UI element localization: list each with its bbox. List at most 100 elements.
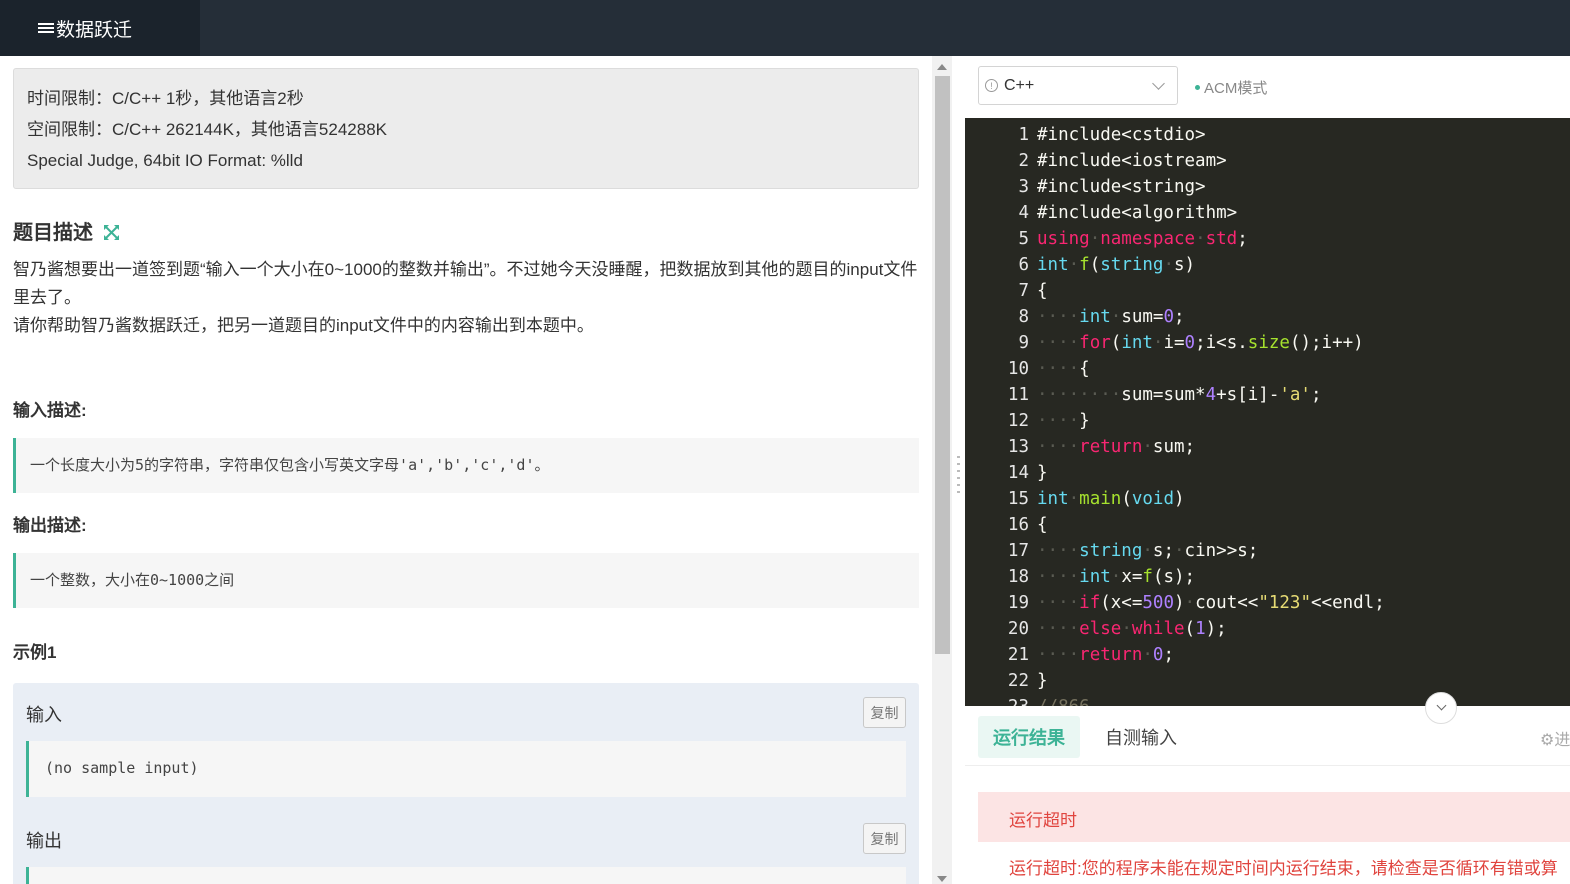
problem-panel: 时间限制：C/C++ 1秒，其他语言2秒 空间限制：C/C++ 262144K，… [0, 56, 932, 884]
code-text[interactable]: #include<string> [1037, 174, 1206, 200]
code-text[interactable]: ····if(x<=500)·cout<<"123"<<endl; [1037, 590, 1385, 616]
line-number: 3 [1018, 177, 1029, 197]
description-line: 请你帮助智乃酱数据跃迁，把另一道题目的input文件中的内容输出到本题中。 [13, 316, 594, 335]
gear-icon: ⚙ [1540, 732, 1555, 748]
expand-icon[interactable] [103, 224, 120, 247]
code-line[interactable]: 7{ [965, 278, 1570, 304]
code-text[interactable]: ····} [1037, 408, 1090, 434]
code-line[interactable]: 16 { [965, 512, 1570, 538]
code-line[interactable]: 23 //866 [965, 694, 1570, 706]
code-text[interactable]: ····else·while(1); [1037, 616, 1227, 642]
editor-toolbar: ! C++ ACM模式 [965, 56, 1570, 118]
code-editor[interactable]: 1 #include<cstdio> 2 #include<iostream> 3 #in… [965, 118, 1570, 706]
code-line[interactable]: 14} [965, 460, 1570, 486]
code-line[interactable]: 1 #include<cstdio> [965, 122, 1570, 148]
code-text[interactable]: using·namespace·std; [1037, 226, 1248, 252]
code-text[interactable]: int·f(string·s) [1037, 252, 1195, 278]
code-line[interactable]: 12 ····} [965, 408, 1570, 434]
memory-limit: 空间限制：C/C++ 262144K，其他语言524288K [27, 120, 387, 139]
code-line[interactable]: 11 ········sum=sum*4+s[i]-'a'; [965, 382, 1570, 408]
code-text[interactable]: ····string·s;·cin>>s; [1037, 538, 1258, 564]
code-line[interactable]: 2 #include<iostream> [965, 148, 1570, 174]
code-text[interactable]: } [1037, 460, 1048, 486]
panel-splitter[interactable] [952, 56, 965, 884]
code-text[interactable]: #include<cstdio> [1037, 122, 1206, 148]
collapse-toggle-button[interactable] [1425, 692, 1457, 724]
line-number: 2 [1018, 151, 1029, 171]
chevron-down-icon [1436, 700, 1447, 711]
input-description: 一个长度大小为5的字符串，字符串仅包含小写英文字母'a','b','c','d'… [13, 438, 919, 493]
code-text[interactable]: ····int·x=f(s); [1037, 564, 1195, 590]
code-text[interactable]: ····{ [1037, 356, 1090, 382]
line-number: 10 [1007, 359, 1029, 379]
code-text[interactable]: int·main(void) [1037, 486, 1185, 512]
line-number: 22 [1007, 671, 1029, 691]
code-line[interactable]: 6 int·f(string·s) [965, 252, 1570, 278]
code-text[interactable]: ····for(int·i=0;i<s.size();i++) [1037, 330, 1364, 356]
code-line[interactable]: 13 ····return·sum; [965, 434, 1570, 460]
mode-label: ACM模式 [1204, 80, 1268, 97]
line-number: 17 [1007, 541, 1029, 561]
acm-mode[interactable]: ACM模式 [1195, 77, 1267, 98]
line-number: 19 [1007, 593, 1029, 613]
copy-input-button[interactable]: 复制 [863, 697, 906, 728]
scroll-down-icon[interactable] [937, 876, 947, 882]
line-number: 23 [965, 694, 1029, 706]
line-number: 1 [1018, 125, 1029, 145]
copy-output-button[interactable]: 复制 [863, 823, 906, 854]
code-text[interactable]: } [1037, 668, 1048, 694]
language-select[interactable]: ! C++ [978, 66, 1178, 105]
top-bar: 数据跃迁 [0, 0, 1570, 56]
code-line[interactable]: 3 #include<string> [965, 174, 1570, 200]
code-text[interactable]: ········sum=sum*4+s[i]-'a'; [1037, 382, 1322, 408]
code-text[interactable]: { [1037, 512, 1048, 538]
tab-run-result[interactable]: 运行结果 [978, 716, 1080, 758]
drag-handle-icon[interactable] [957, 456, 960, 496]
code-text[interactable]: ····return·0; [1037, 642, 1174, 668]
result-message: 运行超时:您的程序未能在规定时间内运行结束，请检查是否循环有错或算 [1009, 859, 1558, 878]
scroll-thumb[interactable] [935, 76, 950, 654]
output-title: 输出描述: [13, 516, 87, 535]
tab-custom-input[interactable]: 自测输入 [1090, 716, 1192, 758]
sample-input-label: 输入 [26, 705, 62, 725]
settings-button[interactable]: ⚙进 [1540, 726, 1570, 748]
code-line[interactable]: 4 #include<algorithm> [965, 200, 1570, 226]
code-line[interactable]: 22} [965, 668, 1570, 694]
scroll-up-icon[interactable] [937, 64, 947, 70]
code-text[interactable]: ····int·sum=0; [1037, 304, 1185, 330]
line-number: 13 [1007, 437, 1029, 457]
line-number: 5 [1018, 229, 1029, 249]
line-number: 8 [1018, 307, 1029, 327]
code-line[interactable]: 20 ····else·while(1); [965, 616, 1570, 642]
editor-panel: ! C++ ACM模式 1 #include<cstdio> 2 #include<i… [965, 56, 1570, 884]
code-line[interactable]: 21 ····return·0; [965, 642, 1570, 668]
code-text[interactable]: #include<iostream> [1037, 148, 1227, 174]
line-number: 9 [1018, 333, 1029, 353]
code-line[interactable]: 8 ····int·sum=0; [965, 304, 1570, 330]
code-line[interactable]: 18 ····int·x=f(s); [965, 564, 1570, 590]
language-value: C++ [1004, 76, 1035, 94]
line-number: 7 [1018, 281, 1029, 301]
problem-scrollbar[interactable] [932, 56, 952, 884]
line-number: 16 [1007, 515, 1029, 535]
result-tabs: 运行结果 自测输入 ⚙进 [965, 706, 1570, 766]
line-number: 6 [1018, 255, 1029, 275]
code-text[interactable]: //866 [1037, 694, 1090, 706]
code-line[interactable]: 15 int·main(void) [965, 486, 1570, 512]
line-number: 4 [1018, 203, 1029, 223]
settings-label: 进 [1554, 732, 1570, 748]
limits-box: 时间限制：C/C++ 1秒，其他语言2秒 空间限制：C/C++ 262144K，… [13, 68, 919, 189]
result-status: 运行超时 [978, 792, 1570, 842]
code-line[interactable]: 5 using·namespace·std; [965, 226, 1570, 252]
code-line[interactable]: 9 ····for(int·i=0;i<s.size();i++) [965, 330, 1570, 356]
code-text[interactable]: ····return·sum; [1037, 434, 1195, 460]
code-text[interactable]: #include<algorithm> [1037, 200, 1237, 226]
code-line[interactable]: 19 ····if(x<=500)·cout<<"123"<<endl; [965, 590, 1570, 616]
description-title-text: 题目描述 [13, 222, 93, 244]
code-line[interactable]: 10 ····{ [965, 356, 1570, 382]
example-title: 示例1 [13, 643, 57, 662]
code-line[interactable]: 17 ····string·s;·cin>>s; [965, 538, 1570, 564]
brand-title[interactable]: 数据跃迁 [0, 0, 200, 56]
code-text[interactable]: { [1037, 278, 1048, 304]
output-description: 一个整数，大小在0~1000之间 [13, 553, 919, 608]
